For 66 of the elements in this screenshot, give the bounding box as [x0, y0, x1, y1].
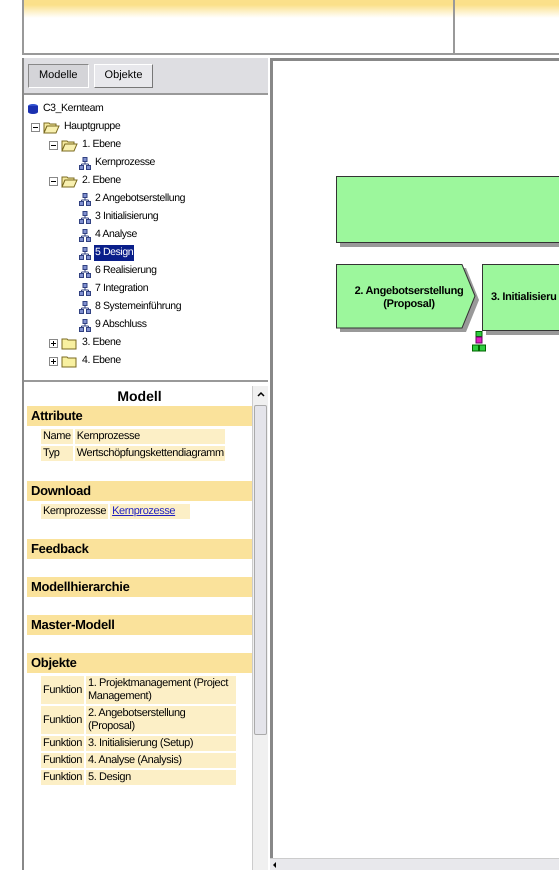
tree-item[interactable]: 4. Ebene	[81, 353, 122, 369]
folder-icon	[61, 354, 78, 368]
tab[interactable]: Objekte	[94, 64, 154, 88]
hierarchy-icon	[79, 228, 91, 242]
tree-item[interactable]: 3. Ebene	[81, 335, 122, 351]
collapse-icon[interactable]	[49, 176, 58, 186]
tab[interactable]: Modelle	[28, 64, 89, 88]
open-folder-icon	[61, 174, 78, 188]
attribute-label: Funktion	[41, 676, 84, 704]
section-header: Feedback	[27, 539, 252, 559]
attribute-value: 2. Angebotserstellung (Proposal)	[88, 707, 186, 732]
section-header: Attribute	[27, 406, 252, 426]
hierarchy-icon	[79, 246, 91, 260]
tree-item[interactable]: 5 Design	[94, 245, 134, 261]
expand-icon[interactable]	[49, 356, 58, 366]
attribute-label: Funktion	[41, 753, 84, 768]
vertical-scrollbar[interactable]	[252, 386, 268, 870]
tree-item[interactable]: 7 Integration	[94, 281, 150, 297]
hierarchy-icon	[79, 210, 91, 224]
hierarchy-icon	[79, 318, 91, 332]
hierarchy-icon	[79, 192, 91, 206]
attribute-label: Funktion	[41, 706, 84, 734]
tree-item[interactable]: 2 Angebotserstellung	[94, 191, 186, 207]
section-header: Master-Modell	[27, 615, 252, 635]
tree-item[interactable]: 3 Initialisierung	[94, 209, 160, 225]
hierarchy-icon	[79, 300, 91, 314]
attribute-label: Funktion	[41, 736, 84, 751]
collapse-icon[interactable]	[31, 122, 40, 132]
section-header: Download	[27, 481, 252, 501]
tree-item[interactable]: Kernprozesse	[94, 155, 156, 171]
folder-icon	[61, 336, 78, 350]
node-label: 2. Angebotserstellung (Proposal)	[354, 285, 464, 311]
attribute-value: 3. Initialisierung (Setup)	[88, 737, 194, 749]
attribute-value: Kernprozesse	[76, 430, 140, 442]
scroll-up-icon[interactable]	[254, 389, 266, 399]
node-label: 3. Initialisieru	[491, 291, 557, 304]
tree-item[interactable]: 6 Realisierung	[94, 263, 158, 279]
open-folder-icon	[61, 138, 78, 152]
panel-title: Modell	[116, 387, 163, 406]
attribute-value: 1. Projektmanagement (Project Management)	[88, 677, 228, 702]
collapse-icon[interactable]	[49, 140, 58, 150]
expand-icon[interactable]	[49, 338, 58, 348]
hierarchy-icon	[79, 264, 91, 278]
attribute-label: Typ	[41, 446, 73, 461]
tree-item[interactable]: C3_Kernteam	[42, 101, 104, 117]
scrollbar-thumb[interactable]	[254, 405, 267, 735]
attribute-label: Name	[41, 429, 73, 444]
section-header: Modellhierarchie	[27, 577, 252, 597]
tree-item[interactable]: 4 Analyse	[94, 227, 138, 243]
attribute-label: Kernprozesse	[41, 504, 108, 519]
open-folder-icon	[43, 120, 60, 134]
database-icon	[27, 103, 39, 115]
tree-item[interactable]: 8 Systemeinführung	[94, 299, 182, 315]
horizontal-scrollbar[interactable]	[270, 858, 559, 870]
hierarchy-icon	[79, 156, 91, 170]
attribute-value: 5. Design	[88, 771, 131, 783]
tree-item[interactable]: 1. Ebene	[81, 137, 122, 153]
hierarchy-icon	[79, 282, 91, 296]
hierarchy-icon	[472, 331, 486, 352]
tree-item[interactable]: 2. Ebene	[81, 173, 122, 189]
attribute-value: 4. Analyse (Analysis)	[88, 754, 182, 766]
tree-item[interactable]: Hauptgruppe	[63, 119, 122, 135]
attribute-label: Funktion	[41, 770, 84, 785]
attribute-value: Wertschöpfungskettendiagramm	[76, 447, 224, 459]
tree-item[interactable]: 9 Abschluss	[94, 317, 148, 333]
section-header: Objekte	[27, 653, 252, 673]
